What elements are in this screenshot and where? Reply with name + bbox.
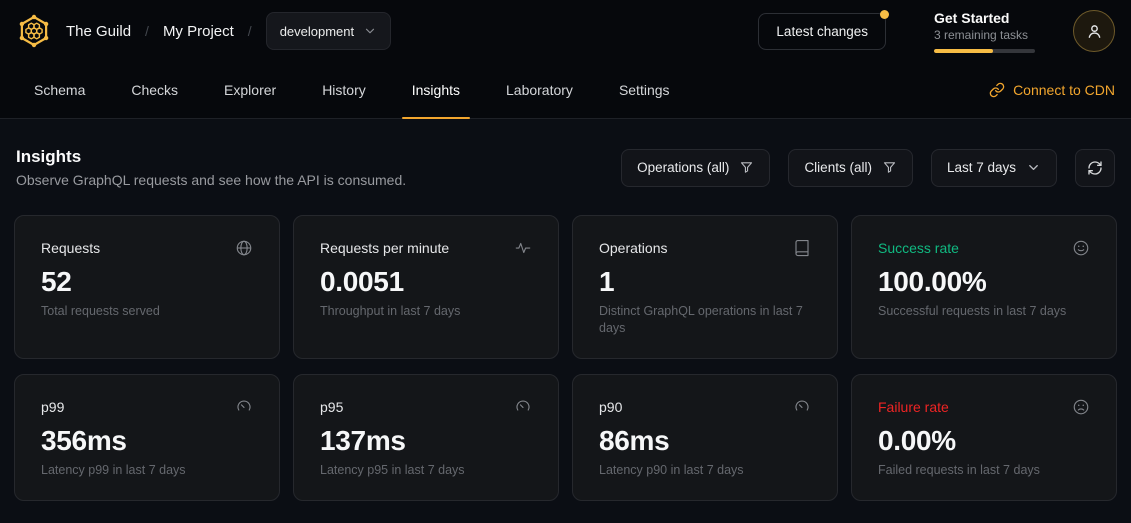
- tab-settings[interactable]: Settings: [609, 62, 680, 118]
- user-avatar[interactable]: [1073, 10, 1115, 52]
- card-value: 356ms: [41, 425, 253, 457]
- filter-toolbar: Operations (all) Clients (all) Last 7 da…: [621, 149, 1115, 187]
- frown-icon: [1072, 398, 1090, 416]
- tab-label: Explorer: [224, 82, 276, 98]
- stat-card-requests-per-minute: Requests per minute 0.0051 Throughput in…: [293, 215, 559, 359]
- get-started-subtitle: 3 remaining tasks: [934, 28, 1035, 42]
- get-started-title: Get Started: [934, 10, 1035, 26]
- stat-card-failure-rate: Failure rate 0.00% Failed requests in la…: [851, 374, 1117, 501]
- tab-label: Checks: [131, 82, 178, 98]
- card-description: Throughput in last 7 days: [320, 303, 532, 320]
- get-started-widget[interactable]: Get Started 3 remaining tasks: [934, 10, 1035, 53]
- card-title: Requests per minute: [320, 240, 449, 256]
- card-description: Successful requests in last 7 days: [878, 303, 1090, 320]
- card-title: Operations: [599, 240, 667, 256]
- page-header: Insights Observe GraphQL requests and se…: [16, 147, 406, 188]
- card-title: p90: [599, 399, 622, 415]
- latest-changes-button[interactable]: Latest changes: [758, 13, 886, 50]
- tab-schema[interactable]: Schema: [24, 62, 95, 118]
- top-bar: The Guild / My Project / development Lat…: [0, 0, 1131, 62]
- activity-icon: [514, 239, 532, 257]
- card-description: Distinct GraphQL operations in last 7 da…: [599, 303, 811, 337]
- cdn-link-label: Connect to CDN: [1013, 82, 1115, 98]
- insights-page: Insights Observe GraphQL requests and se…: [0, 119, 1131, 501]
- target-selector-dropdown[interactable]: development: [266, 12, 391, 50]
- card-description: Latency p90 in last 7 days: [599, 462, 811, 479]
- stat-card-success-rate: Success rate 100.00% Successful requests…: [851, 215, 1117, 359]
- page-title: Insights: [16, 147, 406, 167]
- chevron-down-icon: [363, 24, 377, 38]
- period-dropdown[interactable]: Last 7 days: [931, 149, 1057, 187]
- card-value: 100.00%: [878, 266, 1090, 298]
- target-selector-value: development: [280, 24, 354, 39]
- active-tab-indicator: [402, 117, 470, 119]
- tab-label: Laboratory: [506, 82, 573, 98]
- card-title: p95: [320, 399, 343, 415]
- stat-card-p99: p99 356ms Latency p99 in last 7 days: [14, 374, 280, 501]
- breadcrumb-project[interactable]: My Project: [163, 23, 234, 40]
- card-value: 86ms: [599, 425, 811, 457]
- top-bar-right: Latest changes Get Started 3 remaining t…: [758, 10, 1115, 53]
- nav-bar: Schema Checks Explorer History Insights …: [0, 62, 1131, 119]
- period-label: Last 7 days: [947, 160, 1016, 175]
- operations-filter-label: Operations (all): [637, 160, 729, 175]
- card-value: 0.00%: [878, 425, 1090, 457]
- get-started-progress-fill: [934, 49, 993, 53]
- chevron-down-icon: [1026, 160, 1041, 175]
- breadcrumb-separator: /: [145, 23, 149, 39]
- tab-label: Schema: [34, 82, 85, 98]
- card-value: 52: [41, 266, 253, 298]
- notification-dot: [880, 10, 889, 19]
- latest-changes-label: Latest changes: [776, 24, 868, 39]
- link-icon: [989, 82, 1005, 98]
- tab-insights[interactable]: Insights: [402, 62, 470, 118]
- card-title: Failure rate: [878, 399, 949, 415]
- connect-to-cdn-link[interactable]: Connect to CDN: [989, 62, 1115, 118]
- card-value: 1: [599, 266, 811, 298]
- clients-filter-button[interactable]: Clients (all): [788, 149, 913, 187]
- card-value: 137ms: [320, 425, 532, 457]
- stat-card-p95: p95 137ms Latency p95 in last 7 days: [293, 374, 559, 501]
- card-title: Success rate: [878, 240, 959, 256]
- funnel-icon: [739, 160, 754, 175]
- stat-card-requests: Requests 52 Total requests served: [14, 215, 280, 359]
- person-icon: [1085, 22, 1104, 41]
- gauge-icon: [514, 398, 532, 416]
- gauge-icon: [235, 398, 253, 416]
- tab-label: History: [322, 82, 366, 98]
- refresh-icon: [1087, 160, 1103, 176]
- tab-checks[interactable]: Checks: [121, 62, 188, 118]
- tab-label: Settings: [619, 82, 670, 98]
- card-description: Total requests served: [41, 303, 253, 320]
- funnel-icon: [882, 160, 897, 175]
- smile-icon: [1072, 239, 1090, 257]
- clients-filter-label: Clients (all): [804, 160, 872, 175]
- operations-filter-button[interactable]: Operations (all): [621, 149, 770, 187]
- stats-grid: Requests 52 Total requests served Reques…: [14, 215, 1117, 501]
- breadcrumb-separator: /: [248, 23, 252, 39]
- page-subtitle: Observe GraphQL requests and see how the…: [16, 172, 406, 188]
- card-description: Failed requests in last 7 days: [878, 462, 1090, 479]
- tab-list: Schema Checks Explorer History Insights …: [24, 62, 680, 118]
- tab-history[interactable]: History: [312, 62, 376, 118]
- stat-card-operations: Operations 1 Distinct GraphQL operations…: [572, 215, 838, 359]
- hive-logo-icon[interactable]: [16, 13, 52, 49]
- tab-explorer[interactable]: Explorer: [214, 62, 286, 118]
- book-icon: [793, 239, 811, 257]
- breadcrumb: The Guild / My Project /: [66, 23, 252, 40]
- tab-label: Insights: [412, 82, 460, 98]
- card-description: Latency p95 in last 7 days: [320, 462, 532, 479]
- card-description: Latency p99 in last 7 days: [41, 462, 253, 479]
- card-value: 0.0051: [320, 266, 532, 298]
- card-title: p99: [41, 399, 64, 415]
- stat-card-p90: p90 86ms Latency p90 in last 7 days: [572, 374, 838, 501]
- refresh-button[interactable]: [1075, 149, 1115, 187]
- breadcrumb-org[interactable]: The Guild: [66, 23, 131, 40]
- globe-icon: [235, 239, 253, 257]
- card-title: Requests: [41, 240, 100, 256]
- tab-laboratory[interactable]: Laboratory: [496, 62, 583, 118]
- get-started-progressbar: [934, 49, 1035, 53]
- gauge-icon: [793, 398, 811, 416]
